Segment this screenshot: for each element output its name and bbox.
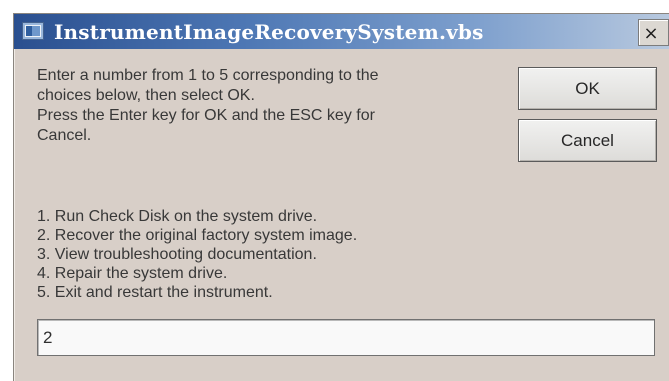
- prompt-text: Enter a number from 1 to 5 corresponding…: [37, 66, 507, 146]
- choice-item: 5. Exit and restart the instrument.: [37, 284, 273, 301]
- title-bar[interactable]: InstrumentImageRecoverySystem.vbs ×: [14, 14, 669, 49]
- close-button[interactable]: ×: [638, 19, 669, 46]
- choice-item: 4. Repair the system drive.: [37, 265, 228, 282]
- vbscript-window-icon: [22, 22, 44, 40]
- prompt-line: choices below, then select OK.: [37, 87, 255, 104]
- prompt-line: Cancel.: [37, 127, 92, 144]
- choice-item: 2. Recover the original factory system i…: [37, 227, 358, 244]
- choice-list: 1. Run Check Disk on the system drive. 2…: [37, 207, 507, 302]
- choice-input[interactable]: 2: [37, 319, 655, 356]
- prompt-line: Enter a number from 1 to 5 corresponding…: [37, 67, 379, 84]
- prompt-line: Press the Enter key for OK and the ESC k…: [37, 107, 375, 124]
- window-title: InstrumentImageRecoverySystem.vbs: [54, 20, 484, 44]
- choice-item: 1. Run Check Disk on the system drive.: [37, 208, 318, 225]
- cancel-button[interactable]: Cancel: [518, 119, 657, 162]
- choice-item: 3. View troubleshooting documentation.: [37, 246, 317, 263]
- ok-button[interactable]: OK: [518, 67, 657, 110]
- input-dialog-window: InstrumentImageRecoverySystem.vbs × Ente…: [13, 13, 669, 381]
